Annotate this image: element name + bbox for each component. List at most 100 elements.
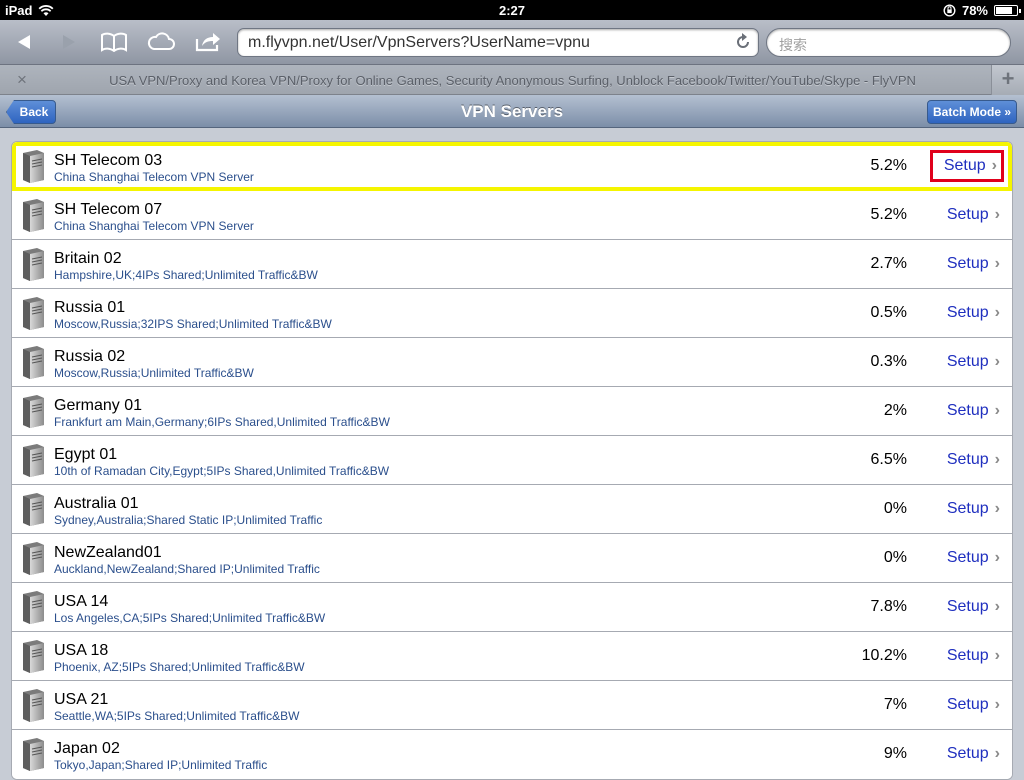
setup-label: Setup [946, 402, 989, 419]
address-text: m.flyvpn.net/User/VpnServers?UserName=vp… [248, 34, 590, 51]
server-icon [23, 493, 44, 526]
server-row[interactable]: SH Telecom 03 China Shanghai Telecom VPN… [12, 142, 1012, 191]
reload-icon[interactable] [735, 33, 751, 51]
batch-mode-button[interactable]: Batch Mode » [927, 100, 1017, 124]
chevron-right-icon: › [994, 206, 1000, 223]
server-icon [23, 248, 44, 281]
back-arrow-icon[interactable] [6, 27, 42, 57]
server-row[interactable]: Germany 01 Frankfurt am Main,Germany;6IP… [12, 387, 1012, 436]
server-load: 5.2% [870, 206, 907, 223]
chevron-right-icon: › [994, 353, 1000, 370]
chevron-right-icon: › [994, 255, 1000, 272]
server-load: 0.3% [870, 353, 907, 370]
status-right: 78% [943, 3, 1021, 18]
server-icon [23, 689, 44, 722]
server-load: 6.5% [870, 451, 907, 468]
search-field[interactable]: 搜索 [766, 28, 1011, 57]
chevron-right-icon: › [991, 157, 997, 174]
setup-label: Setup [946, 745, 989, 762]
bookmarks-icon[interactable] [96, 27, 132, 57]
server-description: Tokyo,Japan;Shared IP;Unlimited Traffic [54, 758, 268, 772]
server-description: China Shanghai Telecom VPN Server [54, 170, 254, 184]
setup-button[interactable]: Setup › [930, 199, 1004, 231]
setup-button[interactable]: Setup › [930, 444, 1004, 476]
server-icon [23, 738, 44, 771]
server-description: Phoenix, AZ;5IPs Shared;Unlimited Traffi… [54, 660, 305, 674]
setup-button[interactable]: Setup › [930, 346, 1004, 378]
server-row[interactable]: Egypt 01 10th of Ramadan City,Egypt;5IPs… [12, 436, 1012, 485]
search-placeholder: 搜索 [779, 37, 807, 53]
setup-button[interactable]: Setup › [930, 248, 1004, 280]
server-load: 7% [883, 696, 907, 713]
server-name: Australia 01 [54, 495, 139, 512]
setup-label: Setup [946, 598, 989, 615]
server-icon [23, 150, 44, 183]
address-bar[interactable]: m.flyvpn.net/User/VpnServers?UserName=vp… [237, 28, 759, 57]
server-load: 9% [883, 745, 907, 762]
server-row[interactable]: USA 18 Phoenix, AZ;5IPs Shared;Unlimited… [12, 632, 1012, 681]
server-row[interactable]: Russia 02 Moscow,Russia;Unlimited Traffi… [12, 338, 1012, 387]
chevron-right-icon: › [994, 500, 1000, 517]
server-row[interactable]: Australia 01 Sydney,Australia;Shared Sta… [12, 485, 1012, 534]
server-description: 10th of Ramadan City,Egypt;5IPs Shared,U… [54, 464, 390, 478]
server-name: SH Telecom 07 [54, 201, 163, 218]
chevron-right-icon: › [994, 647, 1000, 664]
server-name: Japan 02 [54, 740, 120, 757]
server-description: Sydney,Australia;Shared Static IP;Unlimi… [54, 513, 323, 527]
server-icon [23, 199, 44, 232]
battery-icon [994, 5, 1021, 16]
server-row[interactable]: SH Telecom 07 China Shanghai Telecom VPN… [12, 191, 1012, 240]
server-row[interactable]: Japan 02 Tokyo,Japan;Shared IP;Unlimited… [12, 730, 1012, 779]
server-icon [23, 395, 44, 428]
chevron-right-icon: › [994, 745, 1000, 762]
setup-label: Setup [943, 157, 986, 174]
server-load: 0% [883, 549, 907, 566]
battery-percent: 78% [961, 3, 988, 18]
server-row[interactable]: Russia 01 Moscow,Russia;32IPS Shared;Unl… [12, 289, 1012, 338]
server-load: 2.7% [870, 255, 907, 272]
server-description: Hampshire,UK;4IPs Shared;Unlimited Traff… [54, 268, 318, 282]
server-row[interactable]: USA 14 Los Angeles,CA;5IPs Shared;Unlimi… [12, 583, 1012, 632]
server-description: Los Angeles,CA;5IPs Shared;Unlimited Tra… [54, 611, 326, 625]
setup-button[interactable]: Setup › [930, 738, 1004, 770]
server-load: 10.2% [861, 647, 907, 664]
setup-button[interactable]: Setup › [930, 689, 1004, 721]
tab-strip: × USA VPN/Proxy and Korea VPN/Proxy for … [0, 65, 1024, 95]
setup-button[interactable]: Setup › [930, 542, 1004, 574]
server-name: USA 18 [54, 642, 109, 659]
server-load: 2% [883, 402, 907, 419]
server-icon [23, 297, 44, 330]
setup-button[interactable]: Setup › [930, 640, 1004, 672]
server-icon [23, 346, 44, 379]
server-load: 7.8% [870, 598, 907, 615]
server-icon [23, 640, 44, 673]
server-row[interactable]: NewZealand01 Auckland,NewZealand;Shared … [12, 534, 1012, 583]
setup-button[interactable]: Setup › [930, 150, 1004, 182]
chevron-right-icon: › [994, 549, 1000, 566]
chevron-right-icon: › [994, 402, 1000, 419]
chevron-right-icon: › [994, 696, 1000, 713]
server-description: Seattle,WA;5IPs Shared;Unlimited Traffic… [54, 709, 300, 723]
chevron-right-icon: › [994, 598, 1000, 615]
server-row[interactable]: Britain 02 Hampshire,UK;4IPs Shared;Unli… [12, 240, 1012, 289]
setup-button[interactable]: Setup › [930, 297, 1004, 329]
forward-arrow-icon[interactable] [51, 27, 87, 57]
server-row[interactable]: USA 21 Seattle,WA;5IPs Shared;Unlimited … [12, 681, 1012, 730]
tab-title[interactable]: USA VPN/Proxy and Korea VPN/Proxy for On… [40, 73, 985, 88]
share-icon[interactable] [190, 27, 226, 57]
server-icon [23, 444, 44, 477]
setup-button[interactable]: Setup › [930, 591, 1004, 623]
setup-button[interactable]: Setup › [930, 395, 1004, 427]
server-name: USA 21 [54, 691, 109, 708]
setup-button[interactable]: Setup › [930, 493, 1004, 525]
server-icon [23, 591, 44, 624]
browser-toolbar: m.flyvpn.net/User/VpnServers?UserName=vp… [0, 20, 1024, 65]
new-tab-button[interactable]: + [991, 65, 1024, 95]
server-list: SH Telecom 03 China Shanghai Telecom VPN… [11, 141, 1013, 780]
icloud-tabs-icon[interactable] [143, 27, 179, 57]
server-description: Auckland,NewZealand;Shared IP;Unlimited … [54, 562, 320, 576]
setup-label: Setup [946, 549, 989, 566]
server-description: China Shanghai Telecom VPN Server [54, 219, 254, 233]
page-title: VPN Servers [460, 102, 564, 121]
close-tab-icon[interactable]: × [17, 70, 27, 90]
